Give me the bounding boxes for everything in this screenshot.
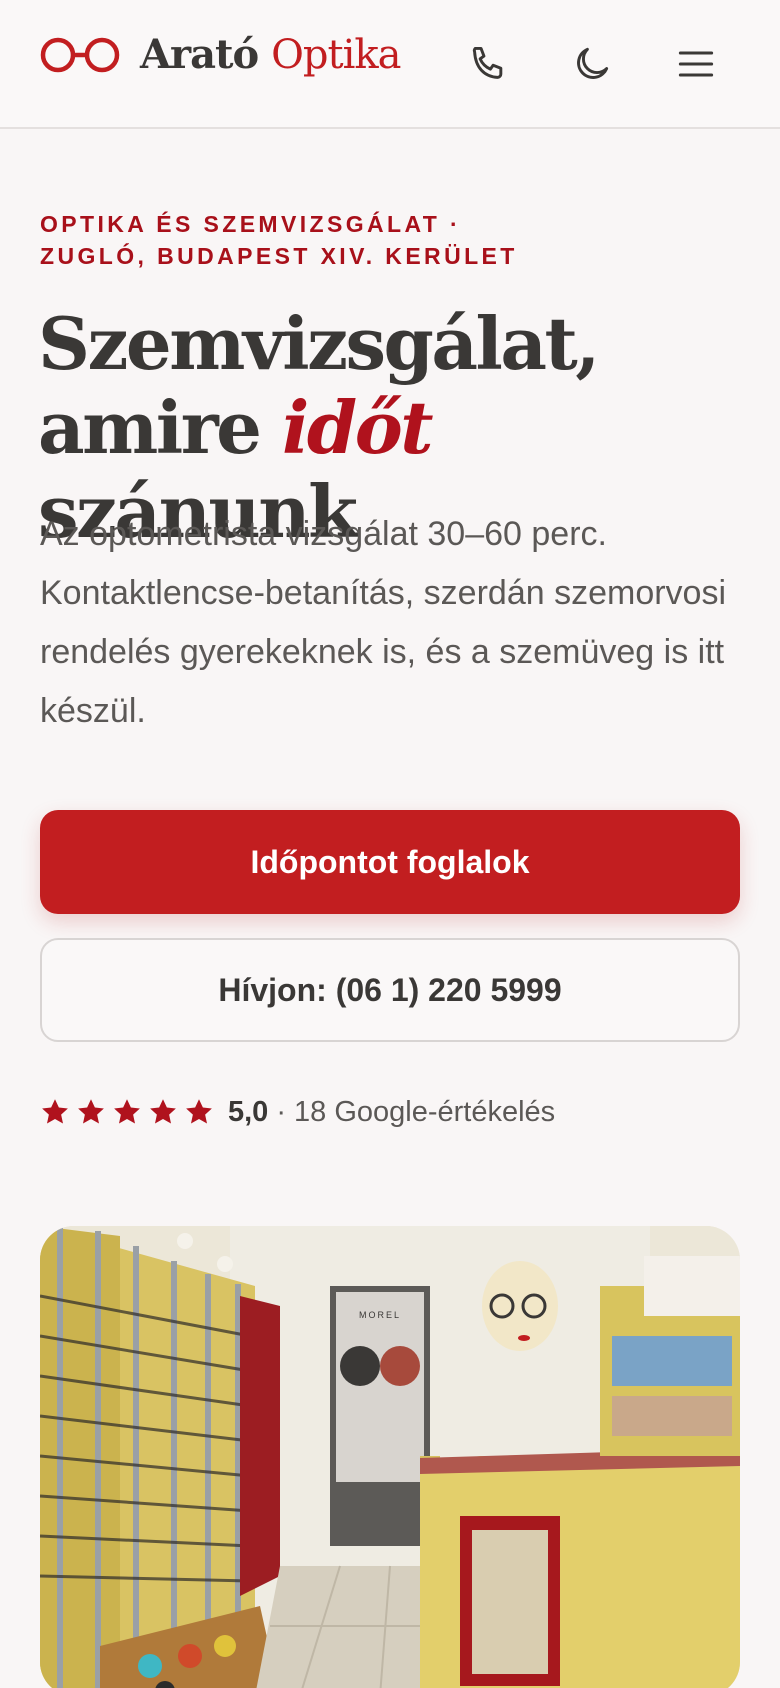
brand-logo[interactable]: Arató Optika <box>40 30 401 80</box>
star-icon <box>150 1099 176 1124</box>
rating-review-count: 18 Google-értékelés <box>294 1095 556 1128</box>
phone-icon <box>472 46 503 79</box>
headline-line-1: Szemvizsgálat, <box>38 301 600 386</box>
moon-icon <box>577 47 609 79</box>
star-icon <box>186 1099 212 1124</box>
eyebrow-line-2: ZUGLÓ, BUDAPEST XIV. KERÜLET <box>40 243 518 269</box>
dark-mode-toggle[interactable] <box>566 38 618 90</box>
rating-score: 5,0 <box>228 1095 269 1128</box>
menu-icon <box>678 51 714 77</box>
phone-button[interactable] <box>462 38 514 90</box>
brand-name-part1: Arató <box>140 31 259 78</box>
star-icon <box>114 1099 140 1124</box>
star-icon <box>42 1099 68 1124</box>
headline-accent: időt <box>282 385 433 470</box>
site-header: Arató Optika <box>0 0 780 129</box>
rating-stars <box>40 1097 220 1127</box>
hero-eyebrow: OPTIKA ÉS SZEMVIZSGÁLAT · ZUGLÓ, BUDAPES… <box>40 208 518 272</box>
hero-lead: Az optometrista vizsgálat 30–60 perc. Ko… <box>40 515 727 730</box>
rating-separator: · <box>276 1095 286 1128</box>
menu-button[interactable] <box>670 38 722 90</box>
google-rating[interactable]: 5,0 · 18 Google-értékelés <box>40 1092 555 1132</box>
headline-pre: amire <box>38 385 262 470</box>
eyebrow-line-1: OPTIKA ÉS SZEMVIZSGÁLAT · <box>40 211 462 237</box>
brand-name: Arató Optika <box>140 32 401 78</box>
book-appointment-button[interactable]: Időpontot foglalok <box>40 810 740 914</box>
glasses-logo-icon <box>40 37 120 73</box>
brand-name-part2: Optika <box>271 32 401 78</box>
star-icon <box>78 1099 104 1124</box>
poster-brand: MOREL <box>359 1310 401 1320</box>
call-button[interactable]: Hívjon: (06 1) 220 5999 <box>40 938 740 1042</box>
shop-interior-photo: MOREL <box>40 1226 740 1688</box>
shop-interior-image: MOREL <box>40 1226 740 1688</box>
